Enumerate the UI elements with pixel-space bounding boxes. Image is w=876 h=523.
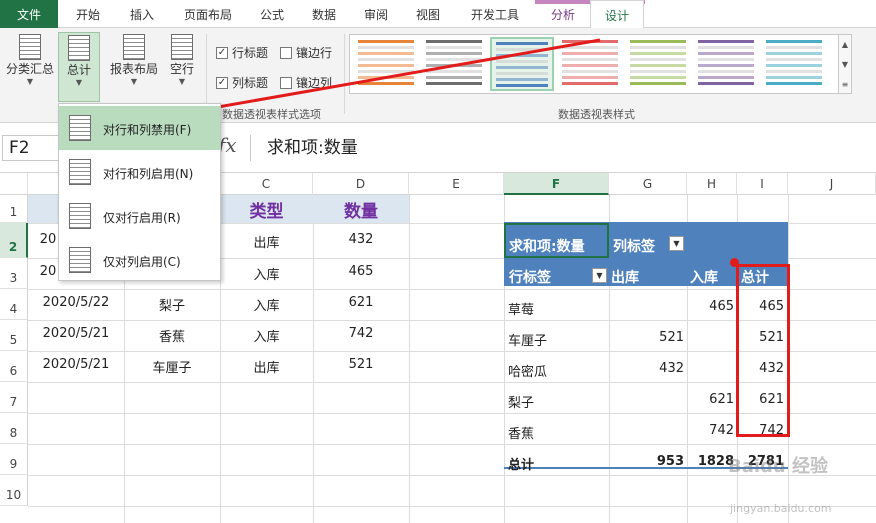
- grid-icon: [69, 115, 91, 141]
- grid-icon: [69, 203, 91, 229]
- menu-item-on-cols-only[interactable]: 仅对列启用(C): [59, 238, 220, 282]
- menu-item-on-rows-cols[interactable]: 对行和列启用(N): [59, 150, 220, 194]
- grand-totals-menu: 对行和列禁用(F) 对行和列启用(N) 仅对行启用(R) 仅对列启用(C): [58, 103, 221, 281]
- grid-icon: [69, 247, 91, 273]
- menu-item-off-rows-cols[interactable]: 对行和列禁用(F): [59, 106, 220, 150]
- watermark: Baidu 经验: [728, 456, 829, 477]
- menu-item-label: 仅对列启用(C): [103, 255, 181, 269]
- menu-item-on-rows-only[interactable]: 仅对行启用(R): [59, 194, 220, 238]
- menu-item-label: 对行和列禁用(F): [103, 123, 192, 137]
- grid-icon: [69, 159, 91, 185]
- menu-item-label: 对行和列启用(N): [103, 167, 194, 181]
- menu-item-label: 仅对行启用(R): [103, 211, 181, 225]
- watermark-url: jingyan.baidu.com: [730, 502, 832, 515]
